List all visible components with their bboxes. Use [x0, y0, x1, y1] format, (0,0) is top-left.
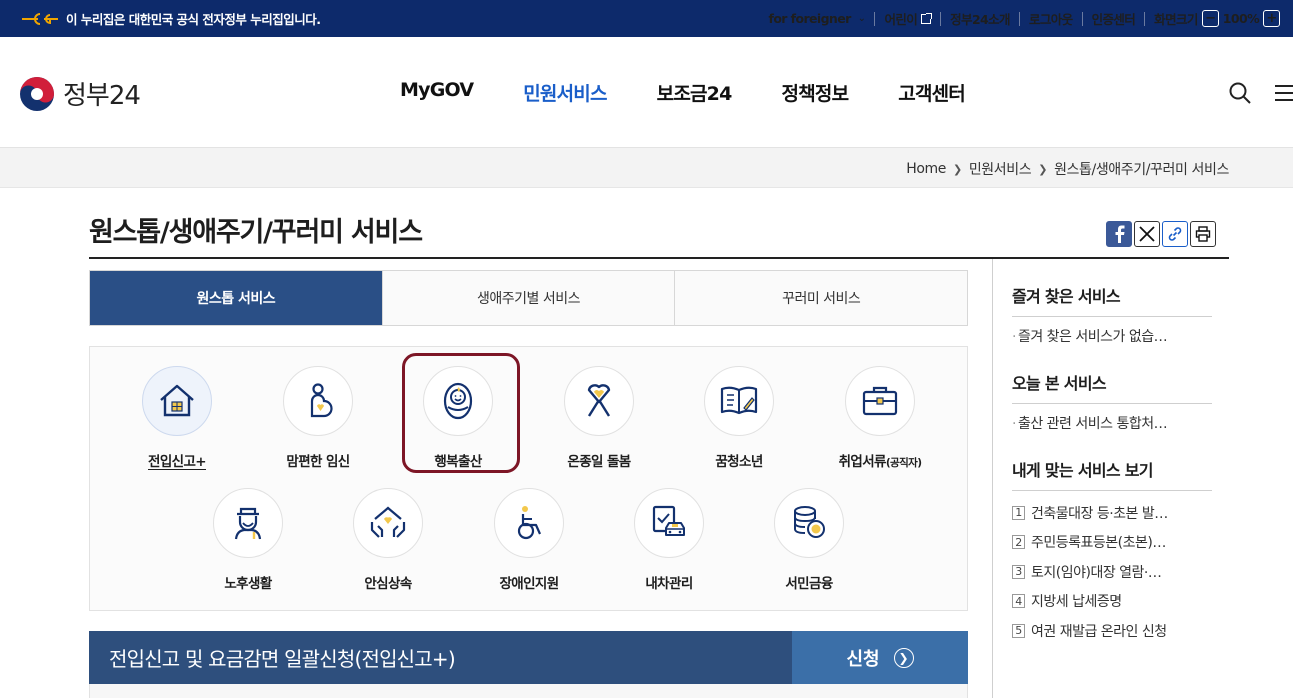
eg-logo-icon	[22, 12, 58, 25]
chevron-right-icon: ❯	[953, 162, 962, 176]
recommended-title: 내게 맞는 서비스 보기	[1012, 457, 1212, 491]
service-move-in[interactable]: 전입신고+	[112, 366, 242, 470]
zoom-out-button[interactable]: −	[1201, 10, 1219, 27]
zoom-level: 100%	[1222, 11, 1260, 26]
breadcrumb-home[interactable]: Home	[906, 161, 946, 177]
car-icon	[652, 505, 685, 536]
pregnant-icon	[310, 383, 333, 418]
ribbon-icon	[587, 384, 611, 417]
arrow-right-circle-icon: ❯	[893, 647, 914, 668]
recently-viewed-section: 오늘 본 서비스 · 출산 관련 서비스 통합처…	[1012, 370, 1212, 433]
nav-civil-service[interactable]: 민원서비스	[523, 79, 607, 106]
book-icon	[720, 386, 758, 415]
briefcase-icon	[862, 386, 898, 416]
selected-service-highlight	[402, 353, 520, 473]
tab-package[interactable]: 꾸러미 서비스	[674, 271, 967, 325]
print-button[interactable]	[1190, 221, 1216, 247]
hands-heart-icon	[370, 506, 406, 538]
link-icon	[1168, 227, 1182, 241]
breadcrumb-current: 원스톱/생애주기/꾸러미 서비스	[1054, 162, 1229, 178]
recently-viewed-item[interactable]: · 출산 관련 서비스 통합처…	[1012, 413, 1212, 433]
site-logo[interactable]: 정부24	[19, 75, 141, 112]
foreigner-link[interactable]: for foreigner ⌄	[759, 11, 874, 26]
tab-lifecycle[interactable]: 생애주기별 서비스	[381, 271, 675, 325]
search-icon[interactable]	[1228, 81, 1252, 105]
share-tools	[1106, 221, 1218, 247]
breadcrumb-civil-service[interactable]: 민원서비스	[969, 159, 1032, 179]
service-tabs: 원스톱 서비스 생애주기별 서비스 꾸러미 서비스	[89, 270, 968, 326]
service-inheritance[interactable]: 안심상속	[323, 488, 453, 592]
logo-text: 정부24	[63, 81, 141, 111]
nav-mygov[interactable]: MyGOV	[400, 79, 474, 106]
content-continuation	[89, 684, 968, 698]
favorites-empty-text: · 즐겨 찾은 서비스가 없습…	[1012, 329, 1168, 345]
site-header: 정부24 MyGOV 민원서비스 보조금24 정책정보 고객센터	[0, 37, 1293, 148]
service-my-car[interactable]: 내차관리	[604, 488, 734, 592]
breadcrumb: Home ❯ 민원서비스 ❯ 원스톱/생애주기/꾸러미 서비스	[906, 159, 1229, 179]
title-divider	[89, 257, 1229, 259]
official-notice: 이 누리집은 대한민국 공식 전자정부 누리집입니다.	[66, 12, 321, 27]
x-logo-icon	[1139, 226, 1155, 242]
zoom-control: 화면크기 − 100% +	[1144, 10, 1293, 27]
hamburger-menu-icon[interactable]	[1275, 84, 1293, 102]
service-retirement[interactable]: 노후생활	[183, 488, 313, 592]
recommended-item[interactable]: 2 주민등록표등본(초본)…	[1012, 528, 1212, 558]
tab-onestop[interactable]: 원스톱 서비스	[90, 271, 382, 325]
service-youth[interactable]: 꿈청소년	[674, 366, 804, 470]
page-title: 원스톱/생애주기/꾸러미 서비스	[89, 217, 423, 248]
main-nav: MyGOV 민원서비스 보조금24 정책정보 고객센터	[400, 79, 1015, 106]
kids-link[interactable]: 어린이	[874, 11, 940, 27]
wheelchair-icon	[517, 506, 542, 540]
external-link-icon	[921, 12, 933, 24]
breadcrumb-bar: Home ❯ 민원서비스 ❯ 원스톱/생애주기/꾸러미 서비스	[0, 148, 1293, 188]
facebook-share-button[interactable]	[1106, 221, 1132, 247]
service-childcare[interactable]: 온종일 돌봄	[534, 366, 664, 470]
facebook-icon	[1115, 225, 1125, 243]
apply-button[interactable]: 신청 ❯	[792, 631, 968, 684]
utility-nav: for foreigner ⌄ 어린이 정부24소개 로그아웃 인증센터 화면크기…	[759, 0, 1293, 37]
service-finance[interactable]: 서민금융	[744, 488, 874, 592]
apply-title: 전입신고 및 요금감면 일괄신청(전입신고+)	[109, 647, 456, 671]
x-share-button[interactable]	[1134, 221, 1160, 247]
favorites-title: 즐겨 찾은 서비스	[1012, 283, 1212, 317]
chevron-down-icon: ⌄	[857, 13, 866, 24]
nav-customer-center[interactable]: 고객센터	[898, 79, 966, 106]
zoom-in-button[interactable]: +	[1263, 10, 1280, 27]
chevron-right-icon: ❯	[1038, 162, 1048, 176]
elder-icon	[234, 507, 262, 540]
about-link[interactable]: 정부24소개	[940, 11, 1019, 27]
recommended-item[interactable]: 5 여권 재발급 온라인 신청	[1012, 616, 1212, 646]
service-employment-docs[interactable]: 취업서류(공직자)	[815, 366, 945, 470]
printer-icon	[1195, 226, 1211, 242]
apply-banner: 전입신고 및 요금감면 일괄신청(전입신고+) 신청 ❯	[89, 631, 968, 684]
nav-policy[interactable]: 정책정보	[782, 79, 850, 106]
recommended-item[interactable]: 1 건축물대장 등·초본 발…	[1012, 498, 1212, 528]
recommended-item[interactable]: 3 토지(임야)대장 열람·…	[1012, 557, 1212, 587]
copy-link-button[interactable]	[1162, 221, 1188, 247]
sidebar-divider	[992, 259, 993, 698]
recommended-section: 내게 맞는 서비스 보기 1 건축물대장 등·초본 발… 2 주민등록표등본(초본)…	[1012, 457, 1212, 646]
nav-subsidy[interactable]: 보조금24	[657, 79, 733, 106]
coins-icon	[794, 506, 825, 538]
house-icon	[160, 384, 194, 417]
taegeuk-icon	[20, 76, 54, 111]
logout-link[interactable]: 로그아웃	[1018, 11, 1082, 27]
cert-center-link[interactable]: 인증센터	[1081, 11, 1145, 27]
favorites-section: 즐겨 찾은 서비스 · 즐겨 찾은 서비스가 없습…	[1012, 283, 1212, 346]
service-pregnancy[interactable]: 맘편한 임신	[253, 366, 383, 470]
recommended-item[interactable]: 4 지방세 납세증명	[1012, 587, 1212, 617]
service-disability[interactable]: 장애인지원	[464, 488, 594, 592]
recommended-list: 1 건축물대장 등·초본 발… 2 주민등록표등본(초본)… 3 토지(임야)대장 열…	[1012, 498, 1212, 646]
recently-viewed-title: 오늘 본 서비스	[1012, 370, 1212, 404]
